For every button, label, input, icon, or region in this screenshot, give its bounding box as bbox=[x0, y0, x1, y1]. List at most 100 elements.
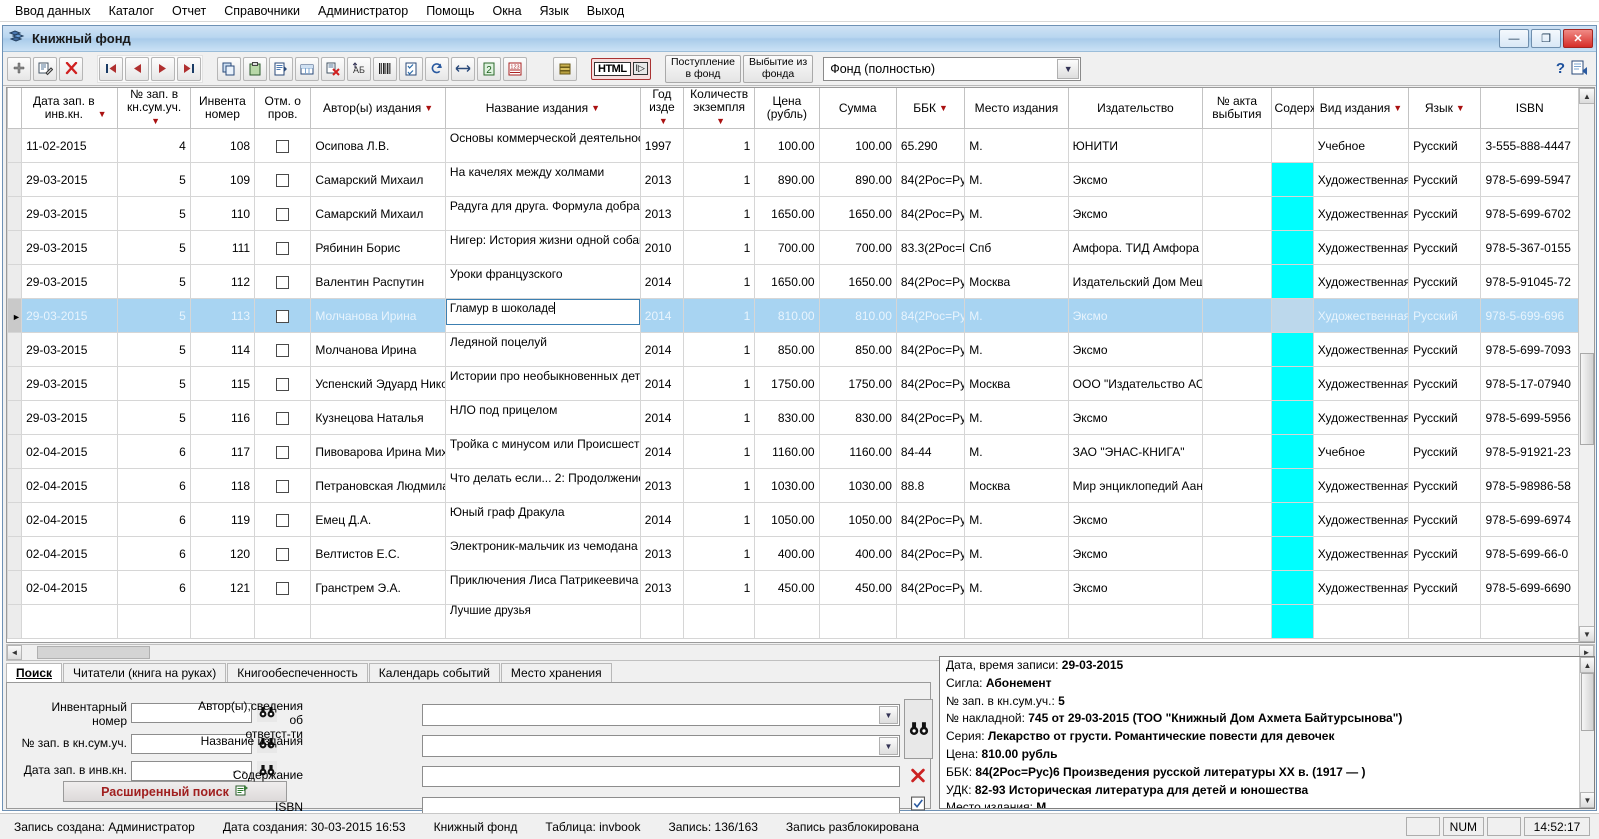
scroll-left-button[interactable]: ◄ bbox=[7, 645, 22, 660]
checkbox[interactable] bbox=[276, 139, 290, 153]
cell-kind[interactable]: Художественная bbox=[1312, 162, 1410, 197]
cell-content-flag[interactable] bbox=[1270, 536, 1314, 571]
cell-inventory-number[interactable]: 111 bbox=[189, 230, 256, 265]
row-marker[interactable] bbox=[7, 264, 23, 299]
cell-act-number[interactable] bbox=[1202, 196, 1272, 231]
cell-partial[interactable] bbox=[1270, 604, 1314, 639]
sort-arrow-icon[interactable]: ▼ bbox=[151, 116, 160, 126]
detail-scroll-down-button[interactable]: ▼ bbox=[1580, 792, 1594, 808]
sort-icon[interactable]: AБ bbox=[347, 56, 371, 81]
cell-publisher[interactable]: Издательский Дом Мещ bbox=[1067, 264, 1204, 299]
apply-search-checkbox[interactable] bbox=[907, 793, 929, 813]
cell-partial[interactable] bbox=[21, 604, 119, 639]
cell-quantity[interactable]: 1 bbox=[682, 128, 756, 163]
col-header-author[interactable]: Автор(ы) издания ▼ bbox=[310, 88, 446, 129]
cell-knsum[interactable]: 6 bbox=[117, 536, 191, 571]
cell-title[interactable]: НЛО под прицелом bbox=[444, 400, 641, 435]
cell-knsum[interactable]: 5 bbox=[117, 162, 191, 197]
cell-language[interactable]: Русский bbox=[1408, 400, 1482, 435]
cell-date-inv[interactable]: 29-03-2015 bbox=[21, 366, 119, 401]
row-marker[interactable] bbox=[7, 570, 23, 605]
checklist-icon[interactable] bbox=[399, 56, 423, 81]
cell-kind[interactable]: Художественная bbox=[1312, 230, 1410, 265]
cell-bbk[interactable]: 88.8 bbox=[895, 468, 966, 503]
cell-knsum[interactable]: 4 bbox=[117, 128, 191, 163]
cell-bbk[interactable]: 84(2Рос=Ру bbox=[895, 264, 966, 299]
col-header-price[interactable]: Цена (рубль) bbox=[754, 88, 820, 129]
title-search-combobox[interactable]: ▼ bbox=[422, 735, 900, 757]
cell-bbk[interactable]: 84(2Рос=Ру bbox=[895, 502, 966, 537]
table-row[interactable]: Лучшие друзья bbox=[7, 604, 1579, 639]
cell-partial[interactable] bbox=[1312, 604, 1410, 639]
cell-year[interactable]: 2013 bbox=[639, 162, 684, 197]
cell-quantity[interactable]: 1 bbox=[682, 536, 756, 571]
cell-knsum[interactable]: 6 bbox=[117, 502, 191, 537]
cell-partial[interactable] bbox=[895, 604, 966, 639]
cell-author[interactable]: Самарский Михаил bbox=[310, 162, 446, 197]
cell-kind[interactable]: Художественная bbox=[1312, 502, 1410, 537]
table-row[interactable]: 29-03-2015 5 110 Самарский Михаил Радуга для… bbox=[7, 196, 1579, 231]
title-edit-input[interactable]: Гламур в шоколаде bbox=[446, 299, 640, 325]
cell-content-flag[interactable] bbox=[1270, 298, 1314, 333]
cell-year[interactable]: 1997 bbox=[639, 128, 684, 163]
grid-vertical-scrollbar[interactable]: ▲ ▼ bbox=[1578, 88, 1594, 642]
cell-language[interactable]: Русский bbox=[1408, 502, 1482, 537]
cell-sum[interactable]: 700.00 bbox=[818, 230, 897, 265]
cell-isbn[interactable]: 978-5-98986-58 bbox=[1480, 468, 1579, 503]
row-marker[interactable] bbox=[7, 468, 23, 503]
cell-author[interactable]: Молчанова Ирина bbox=[310, 298, 446, 333]
row-marker[interactable] bbox=[7, 400, 23, 435]
cell-check-mark[interactable] bbox=[254, 162, 312, 197]
tab-chitateli[interactable]: Читатели (книга на руках) bbox=[63, 663, 227, 682]
cell-check-mark[interactable] bbox=[254, 536, 312, 571]
cell-place[interactable]: М. bbox=[964, 434, 1069, 469]
cell-partial[interactable] bbox=[1480, 604, 1579, 639]
cell-bbk[interactable]: 84(2Рос=Ру bbox=[895, 162, 966, 197]
html-export-button[interactable]: HTML I▷ bbox=[591, 57, 651, 80]
cell-sum[interactable]: 1750.00 bbox=[818, 366, 897, 401]
tab-poisk[interactable]: Поиск bbox=[6, 663, 63, 682]
cell-isbn[interactable]: 978-5-17-07940 bbox=[1480, 366, 1579, 401]
cell-act-number[interactable] bbox=[1202, 298, 1272, 333]
cell-act-number[interactable] bbox=[1202, 570, 1272, 605]
cell-price[interactable]: 1750.00 bbox=[754, 366, 820, 401]
cell-isbn[interactable]: 978-5-699-7093 bbox=[1480, 332, 1579, 367]
cell-price[interactable]: 1160.00 bbox=[754, 434, 820, 469]
table-row[interactable]: 29-03-2015 5 116 Кузнецова Наталья НЛО под п… bbox=[7, 400, 1579, 435]
cell-quantity[interactable]: 1 bbox=[682, 400, 756, 435]
cell-bbk[interactable]: 65.290 bbox=[895, 128, 966, 163]
cell-content-flag[interactable] bbox=[1270, 502, 1314, 537]
cell-price[interactable]: 830.00 bbox=[754, 400, 820, 435]
last-record-icon[interactable] bbox=[177, 56, 201, 81]
cell-check-mark[interactable] bbox=[254, 264, 312, 299]
cell-publisher[interactable]: Эксмо bbox=[1067, 298, 1204, 333]
sort-arrow-icon[interactable]: ▼ bbox=[424, 103, 433, 113]
paste-icon[interactable] bbox=[243, 56, 267, 81]
cell-publisher[interactable]: Эксмо bbox=[1067, 502, 1204, 537]
cell-quantity[interactable]: 1 bbox=[682, 502, 756, 537]
cell-date-inv[interactable]: 29-03-2015 bbox=[21, 196, 119, 231]
cell-publisher[interactable]: Мир энциклопедий Аант bbox=[1067, 468, 1204, 503]
col-header-place[interactable]: Место издания bbox=[964, 88, 1069, 129]
hscroll-thumb[interactable] bbox=[37, 646, 150, 659]
restore-button[interactable]: ❐ bbox=[1531, 29, 1561, 48]
cell-language[interactable]: Русский bbox=[1408, 332, 1482, 367]
clear-filter-icon[interactable] bbox=[321, 56, 345, 81]
first-record-icon[interactable] bbox=[99, 56, 123, 81]
cell-publisher[interactable]: ЮНИТИ bbox=[1067, 128, 1204, 163]
cell-check-mark[interactable] bbox=[254, 434, 312, 469]
cell-isbn[interactable]: 978-5-367-0155 bbox=[1480, 230, 1579, 265]
cell-sum[interactable]: 890.00 bbox=[818, 162, 897, 197]
cell-act-number[interactable] bbox=[1202, 400, 1272, 435]
table-row[interactable]: 29-03-2015 5 109 Самарский Михаил На качелях… bbox=[7, 162, 1579, 197]
cell-publisher[interactable]: Эксмо bbox=[1067, 196, 1204, 231]
cell-title[interactable]: Основы коммерческой деятельности bbox=[444, 128, 641, 163]
cell-quantity[interactable]: 1 bbox=[682, 298, 756, 333]
cell-title[interactable]: Приключения Лиса Патрикеевича bbox=[444, 570, 641, 605]
cell-year[interactable]: 2010 bbox=[639, 230, 684, 265]
cell-price[interactable]: 400.00 bbox=[754, 536, 820, 571]
cell-knsum[interactable]: 5 bbox=[117, 230, 191, 265]
cell-partial[interactable] bbox=[682, 604, 756, 639]
cell-price[interactable]: 700.00 bbox=[754, 230, 820, 265]
checkbox[interactable] bbox=[276, 445, 290, 459]
